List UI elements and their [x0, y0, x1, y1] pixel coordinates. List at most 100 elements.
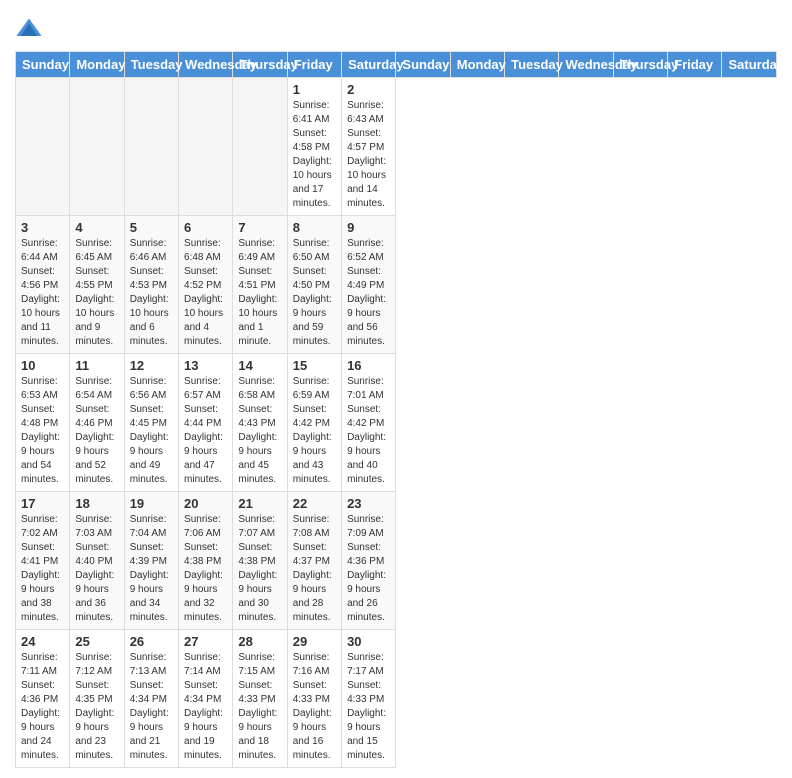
day-number: 3 — [21, 220, 64, 235]
day-info: Sunrise: 7:16 AM Sunset: 4:33 PM Dayligh… — [293, 651, 336, 763]
day-info: Sunrise: 7:11 AM Sunset: 4:36 PM Dayligh… — [21, 651, 64, 763]
day-header-saturday: Saturday — [342, 52, 396, 78]
day-number: 27 — [184, 634, 227, 649]
day-number: 28 — [238, 634, 281, 649]
day-header-saturday: Saturday — [722, 52, 777, 78]
calendar-cell: 9 Sunrise: 6:52 AM Sunset: 4:49 PM Daylig… — [342, 216, 396, 354]
day-number: 5 — [130, 220, 173, 235]
calendar-cell: 30 Sunrise: 7:17 AM Sunset: 4:33 PM Dayli… — [342, 630, 396, 768]
day-info: Sunrise: 6:43 AM Sunset: 4:57 PM Dayligh… — [347, 99, 390, 211]
day-number: 4 — [75, 220, 118, 235]
logo-icon — [15, 15, 43, 43]
day-number: 6 — [184, 220, 227, 235]
calendar-cell: 19Sunrise: 7:04 AM Sunset: 4:39 PM Dayli… — [124, 492, 178, 630]
calendar-cell: 28 Sunrise: 7:15 AM Sunset: 4:33 PM Dayli… — [233, 630, 287, 768]
day-number: 14 — [238, 358, 281, 373]
day-info: Sunrise: 6:45 AM Sunset: 4:55 PM Dayligh… — [75, 237, 118, 349]
day-info: Sunrise: 7:04 AM Sunset: 4:39 PM Dayligh… — [130, 513, 173, 625]
calendar-cell: 6Sunrise: 6:48 AM Sunset: 4:52 PM Daylig… — [179, 216, 233, 354]
day-number: 7 — [238, 220, 281, 235]
calendar-cell: 29 Sunrise: 7:16 AM Sunset: 4:33 PM Dayli… — [287, 630, 341, 768]
day-number: 23 — [347, 496, 390, 511]
calendar-week-2: 3Sunrise: 6:44 AM Sunset: 4:56 PM Daylig… — [16, 216, 777, 354]
calendar-cell: 8Sunrise: 6:50 AM Sunset: 4:50 PM Daylig… — [287, 216, 341, 354]
day-info: Sunrise: 7:15 AM Sunset: 4:33 PM Dayligh… — [238, 651, 281, 763]
day-info: Sunrise: 6:46 AM Sunset: 4:53 PM Dayligh… — [130, 237, 173, 349]
calendar-cell: 16 Sunrise: 7:01 AM Sunset: 4:42 PM Dayli… — [342, 354, 396, 492]
calendar-cell: 24Sunrise: 7:11 AM Sunset: 4:36 PM Dayli… — [16, 630, 70, 768]
day-number: 10 — [21, 358, 64, 373]
calendar-cell: 26Sunrise: 7:13 AM Sunset: 4:34 PM Dayli… — [124, 630, 178, 768]
calendar-cell: 18 Sunrise: 7:03 AM Sunset: 4:40 PM Dayli… — [70, 492, 124, 630]
logo — [15, 15, 47, 43]
calendar-cell: 7 Sunrise: 6:49 AM Sunset: 4:51 PM Daylig… — [233, 216, 287, 354]
day-number: 13 — [184, 358, 227, 373]
day-number: 1 — [293, 82, 336, 97]
day-header-sunday: Sunday — [16, 52, 70, 78]
day-header-wednesday: Wednesday — [559, 52, 613, 78]
calendar-cell: 3Sunrise: 6:44 AM Sunset: 4:56 PM Daylig… — [16, 216, 70, 354]
day-info: Sunrise: 7:03 AM Sunset: 4:40 PM Dayligh… — [75, 513, 118, 625]
calendar-cell: 4 Sunrise: 6:45 AM Sunset: 4:55 PM Daylig… — [70, 216, 124, 354]
day-info: Sunrise: 7:17 AM Sunset: 4:33 PM Dayligh… — [347, 651, 390, 763]
day-number: 22 — [293, 496, 336, 511]
day-info: Sunrise: 6:49 AM Sunset: 4:51 PM Dayligh… — [238, 237, 281, 349]
day-number: 30 — [347, 634, 390, 649]
calendar-cell: 22Sunrise: 7:08 AM Sunset: 4:37 PM Dayli… — [287, 492, 341, 630]
day-number: 20 — [184, 496, 227, 511]
day-header-friday: Friday — [668, 52, 722, 78]
calendar-header-row: SundayMondayTuesdayWednesdayThursdayFrid… — [16, 52, 777, 78]
calendar-cell: 10Sunrise: 6:53 AM Sunset: 4:48 PM Dayli… — [16, 354, 70, 492]
calendar-cell — [124, 78, 178, 216]
day-header-monday: Monday — [450, 52, 504, 78]
day-header-sunday: Sunday — [396, 52, 450, 78]
calendar-cell: 25Sunrise: 7:12 AM Sunset: 4:35 PM Dayli… — [70, 630, 124, 768]
day-info: Sunrise: 6:58 AM Sunset: 4:43 PM Dayligh… — [238, 375, 281, 487]
day-number: 17 — [21, 496, 64, 511]
calendar-cell: 1 Sunrise: 6:41 AM Sunset: 4:58 PM Daylig… — [287, 78, 341, 216]
day-info: Sunrise: 6:59 AM Sunset: 4:42 PM Dayligh… — [293, 375, 336, 487]
day-info: Sunrise: 6:57 AM Sunset: 4:44 PM Dayligh… — [184, 375, 227, 487]
day-number: 2 — [347, 82, 390, 97]
day-number: 29 — [293, 634, 336, 649]
day-number: 9 — [347, 220, 390, 235]
calendar-cell: 15Sunrise: 6:59 AM Sunset: 4:42 PM Dayli… — [287, 354, 341, 492]
day-number: 16 — [347, 358, 390, 373]
day-info: Sunrise: 6:41 AM Sunset: 4:58 PM Dayligh… — [293, 99, 336, 211]
calendar-cell: 23 Sunrise: 7:09 AM Sunset: 4:36 PM Dayli… — [342, 492, 396, 630]
day-info: Sunrise: 7:09 AM Sunset: 4:36 PM Dayligh… — [347, 513, 390, 625]
day-info: Sunrise: 7:01 AM Sunset: 4:42 PM Dayligh… — [347, 375, 390, 487]
calendar-week-3: 10Sunrise: 6:53 AM Sunset: 4:48 PM Dayli… — [16, 354, 777, 492]
day-number: 18 — [75, 496, 118, 511]
calendar-cell: 21 Sunrise: 7:07 AM Sunset: 4:38 PM Dayli… — [233, 492, 287, 630]
day-info: Sunrise: 7:06 AM Sunset: 4:38 PM Dayligh… — [184, 513, 227, 625]
calendar-week-4: 17 Sunrise: 7:02 AM Sunset: 4:41 PM Dayli… — [16, 492, 777, 630]
calendar-cell — [233, 78, 287, 216]
calendar-cell: 11 Sunrise: 6:54 AM Sunset: 4:46 PM Dayli… — [70, 354, 124, 492]
day-header-monday: Monday — [70, 52, 124, 78]
calendar-table: SundayMondayTuesdayWednesdayThursdayFrid… — [15, 51, 777, 768]
day-number: 21 — [238, 496, 281, 511]
calendar-cell: 20 Sunrise: 7:06 AM Sunset: 4:38 PM Dayli… — [179, 492, 233, 630]
day-number: 11 — [75, 358, 118, 373]
calendar-cell: 5 Sunrise: 6:46 AM Sunset: 4:53 PM Daylig… — [124, 216, 178, 354]
day-header-wednesday: Wednesday — [179, 52, 233, 78]
calendar-week-1: 1 Sunrise: 6:41 AM Sunset: 4:58 PM Daylig… — [16, 78, 777, 216]
day-number: 8 — [293, 220, 336, 235]
page-header — [15, 10, 777, 43]
day-info: Sunrise: 7:07 AM Sunset: 4:38 PM Dayligh… — [238, 513, 281, 625]
calendar-cell: 14 Sunrise: 6:58 AM Sunset: 4:43 PM Dayli… — [233, 354, 287, 492]
day-info: Sunrise: 6:54 AM Sunset: 4:46 PM Dayligh… — [75, 375, 118, 487]
day-header-thursday: Thursday — [233, 52, 287, 78]
day-info: Sunrise: 7:02 AM Sunset: 4:41 PM Dayligh… — [21, 513, 64, 625]
calendar-cell — [70, 78, 124, 216]
day-header-thursday: Thursday — [613, 52, 667, 78]
day-number: 26 — [130, 634, 173, 649]
day-header-friday: Friday — [287, 52, 341, 78]
calendar-cell — [16, 78, 70, 216]
calendar-cell: 27Sunrise: 7:14 AM Sunset: 4:34 PM Dayli… — [179, 630, 233, 768]
calendar-cell: 17 Sunrise: 7:02 AM Sunset: 4:41 PM Dayli… — [16, 492, 70, 630]
calendar-cell — [179, 78, 233, 216]
day-info: Sunrise: 6:52 AM Sunset: 4:49 PM Dayligh… — [347, 237, 390, 349]
day-info: Sunrise: 6:56 AM Sunset: 4:45 PM Dayligh… — [130, 375, 173, 487]
